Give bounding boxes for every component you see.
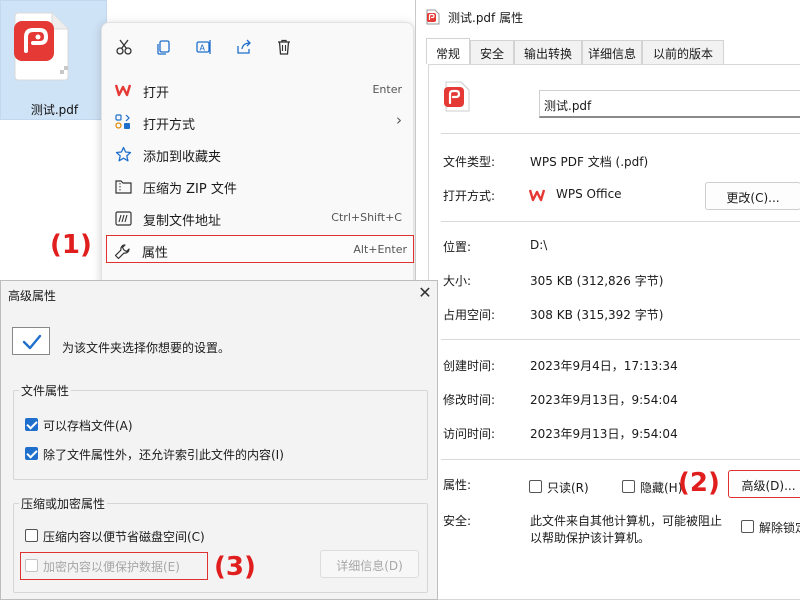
encrypt-label: 加密内容以便保护数据(E) bbox=[43, 560, 180, 574]
modified-label: 修改时间: bbox=[443, 393, 496, 407]
checkbox-box bbox=[25, 418, 38, 431]
annotation-2: (2) bbox=[678, 468, 720, 498]
menu-item-compress-zip[interactable]: 压缩为 ZIP 文件 bbox=[108, 171, 408, 201]
menu-item-shortcut: Alt+Enter bbox=[353, 243, 407, 256]
context-menu: A 打开 Enter 打开方式 › 添加到收藏夹 压缩为 ZIP 文件 复制文件… bbox=[101, 22, 415, 290]
close-icon[interactable]: ✕ bbox=[415, 283, 435, 303]
menu-item-label: 添加到收藏夹 bbox=[143, 150, 222, 165]
properties-dialog: 测试.pdf 属性 常规 安全 输出转换 详细信息 以前的版本 测试.pdf 文… bbox=[415, 0, 800, 600]
menu-item-add-favorites[interactable]: 添加到收藏夹 bbox=[108, 139, 408, 169]
menu-item-shortcut: Enter bbox=[372, 83, 402, 96]
file-type-label: 文件类型: bbox=[443, 155, 496, 169]
rename-icon[interactable]: A bbox=[188, 31, 220, 63]
disk-size-value: 308 KB (315,392 字节) bbox=[530, 308, 664, 322]
tab-security[interactable]: 安全 bbox=[470, 40, 514, 64]
accessed-value: 2023年9月13日，9:54:04 bbox=[530, 427, 678, 441]
modified-value: 2023年9月13日，9:54:04 bbox=[530, 393, 678, 407]
copy-path-icon bbox=[114, 209, 132, 227]
security-label: 安全: bbox=[443, 514, 472, 528]
menu-item-label: 属性 bbox=[142, 246, 169, 261]
archive-label: 可以存档文件(A) bbox=[43, 419, 133, 433]
menu-item-properties[interactable]: 属性 Alt+Enter bbox=[106, 235, 414, 263]
wps-icon bbox=[114, 81, 132, 99]
settings-check-icon bbox=[12, 327, 50, 355]
compress-encrypt-group-title: 压缩或加密属性 bbox=[19, 495, 108, 512]
star-icon bbox=[114, 145, 132, 163]
open-with-icon bbox=[114, 113, 132, 131]
security-text-line-2: 以帮助保护该计算机。 bbox=[530, 531, 651, 545]
share-icon[interactable] bbox=[228, 31, 260, 63]
context-toolbar: A bbox=[102, 31, 312, 63]
properties-title: 测试.pdf 属性 bbox=[448, 11, 524, 25]
checkbox-box bbox=[25, 559, 38, 572]
file-attributes-group bbox=[13, 390, 428, 480]
change-button[interactable]: 更改(C)... bbox=[705, 182, 800, 210]
menu-item-copy-path[interactable]: 复制文件地址 Ctrl+Shift+C bbox=[108, 203, 408, 233]
chevron-right-icon: › bbox=[396, 111, 402, 129]
security-text-line-1: 此文件来自其他计算机，可能被阻止 bbox=[530, 514, 723, 528]
divider bbox=[441, 133, 800, 134]
menu-item-label: 压缩为 ZIP 文件 bbox=[143, 182, 237, 197]
advanced-dialog-title: 高级属性 bbox=[8, 289, 57, 303]
divider bbox=[441, 339, 800, 340]
tab-previous-versions[interactable]: 以前的版本 bbox=[642, 40, 724, 64]
created-label: 创建时间: bbox=[443, 359, 496, 373]
location-label: 位置: bbox=[443, 240, 472, 254]
advanced-description: 为该文件夹选择你想要的设置。 bbox=[62, 341, 231, 355]
open-with-label: 打开方式: bbox=[443, 189, 496, 203]
checkbox-box bbox=[25, 529, 38, 542]
details-button[interactable]: 详细信息(D) bbox=[320, 550, 419, 578]
compress-label: 压缩内容以便节省磁盘空间(C) bbox=[43, 530, 205, 544]
location-value: D:\ bbox=[530, 238, 548, 252]
size-value: 305 KB (312,826 字节) bbox=[530, 274, 664, 288]
zip-folder-icon bbox=[114, 177, 132, 195]
open-with-app: WPS Office bbox=[556, 187, 622, 201]
properties-title-bar[interactable]: 测试.pdf 属性 bbox=[416, 0, 800, 34]
annotation-3: (3) bbox=[214, 552, 256, 582]
created-value: 2023年9月4日，17:13:34 bbox=[530, 359, 678, 373]
index-label: 除了文件属性外，还允许索引此文件的内容(I) bbox=[43, 448, 284, 462]
copy-icon[interactable] bbox=[148, 31, 180, 63]
menu-item-open[interactable]: 打开 Enter bbox=[108, 75, 408, 105]
menu-item-label: 打开 bbox=[143, 86, 170, 101]
menu-item-shortcut: Ctrl+Shift+C bbox=[331, 211, 402, 224]
file-attributes-group-title: 文件属性 bbox=[19, 382, 72, 399]
readonly-label: 只读(R) bbox=[547, 481, 589, 495]
tab-output-convert[interactable]: 输出转换 bbox=[514, 40, 582, 64]
pdf-file-icon bbox=[14, 12, 69, 81]
menu-item-label: 打开方式 bbox=[143, 118, 196, 133]
annotation-1: (1) bbox=[50, 230, 92, 260]
menu-item-label: 复制文件地址 bbox=[143, 214, 222, 229]
general-tab-panel: 测试.pdf 文件类型: WPS PDF 文档 (.pdf) 打开方式: WPS… bbox=[428, 64, 800, 600]
pdf-file-icon bbox=[426, 9, 440, 25]
svg-text:A: A bbox=[200, 44, 206, 53]
tab-details[interactable]: 详细信息 bbox=[582, 40, 642, 64]
checkbox-box bbox=[622, 480, 635, 493]
divider bbox=[441, 221, 800, 222]
cut-icon[interactable] bbox=[108, 31, 140, 63]
wps-icon bbox=[529, 189, 545, 202]
size-label: 大小: bbox=[443, 274, 472, 288]
desktop-file-tile[interactable]: 测试.pdf bbox=[0, 0, 107, 120]
checkbox-box bbox=[529, 480, 542, 493]
file-type-value: WPS PDF 文档 (.pdf) bbox=[530, 155, 649, 169]
file-name-label: 测试.pdf bbox=[30, 103, 79, 117]
divider bbox=[441, 459, 800, 460]
tab-general[interactable]: 常规 bbox=[426, 38, 470, 64]
file-name-input[interactable]: 测试.pdf bbox=[539, 90, 800, 118]
advanced-button[interactable]: 高级(D)... bbox=[728, 470, 800, 498]
attributes-label: 属性: bbox=[443, 478, 472, 492]
disk-size-label: 占用空间: bbox=[443, 308, 496, 322]
menu-item-open-with[interactable]: 打开方式 › bbox=[108, 107, 408, 137]
delete-icon[interactable] bbox=[268, 31, 300, 63]
accessed-label: 访问时间: bbox=[443, 427, 496, 441]
pdf-file-icon bbox=[444, 81, 470, 112]
checkbox-box bbox=[25, 447, 38, 460]
checkbox-box bbox=[741, 520, 754, 533]
unblock-label: 解除锁定(K) bbox=[759, 521, 800, 535]
hidden-label: 隐藏(H) bbox=[640, 481, 683, 495]
wrench-icon bbox=[113, 242, 131, 260]
